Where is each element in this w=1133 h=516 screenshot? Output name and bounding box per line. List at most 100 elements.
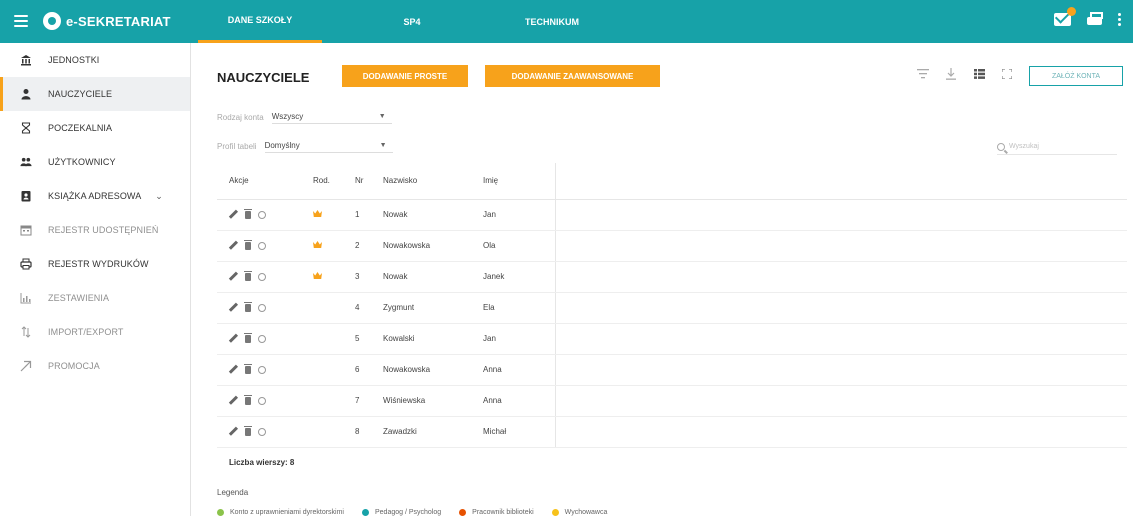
- status-circle-icon[interactable]: [258, 241, 266, 250]
- imie-cell: Ela: [471, 292, 556, 324]
- sidebar-item-jednostki[interactable]: JEDNOSTKI: [0, 43, 190, 77]
- users-icon: [20, 156, 32, 168]
- messages-icon[interactable]: [1054, 6, 1076, 26]
- logo-icon: [43, 12, 61, 30]
- sidebar: JEDNOSTKI NAUCZYCIELE POCZEKALNIA UŻYTKO…: [0, 43, 191, 516]
- tab-sp4[interactable]: SP4: [322, 0, 502, 43]
- columns-icon[interactable]: [973, 68, 985, 80]
- print-icon[interactable]: [1087, 12, 1103, 26]
- table-row[interactable]: 6 Nowakowska Anna: [217, 354, 1127, 386]
- edit-icon[interactable]: [229, 210, 238, 219]
- imie-cell: Ola: [471, 230, 556, 262]
- nazwisko-cell: Nowak: [371, 261, 471, 293]
- empty-cell: [555, 354, 1127, 386]
- sidebar-item-import-export[interactable]: IMPORT/EXPORT: [0, 315, 190, 349]
- table-row[interactable]: 8 Zawadzki Michał: [217, 416, 1127, 448]
- table-profile-select[interactable]: Domyślny ▼: [264, 139, 393, 153]
- table-header-row: Akcje Rod. Nr Nazwisko Imię: [217, 163, 1127, 200]
- status-circle-icon[interactable]: [258, 427, 266, 436]
- sidebar-item-nauczyciele[interactable]: NAUCZYCIELE: [0, 77, 190, 111]
- search-input[interactable]: Wyszukaj: [1009, 143, 1039, 150]
- add-simple-button[interactable]: DODAWANIE PROSTE: [342, 65, 468, 87]
- page-title: NAUCZYCIELE: [217, 70, 310, 85]
- imie-cell: Anna: [471, 385, 556, 417]
- table-row[interactable]: 1 Nowak Jan: [217, 199, 1127, 231]
- fullscreen-icon[interactable]: [1001, 68, 1013, 80]
- nr-cell: 6: [349, 354, 371, 386]
- address-book-icon: [20, 190, 32, 202]
- brand-name[interactable]: e-SEKRETARIAT: [66, 14, 171, 29]
- delete-icon[interactable]: [244, 270, 252, 281]
- table-row[interactable]: 4 Zygmunt Ela: [217, 292, 1127, 324]
- legend-label: Wychowawca: [564, 509, 608, 516]
- status-circle-icon[interactable]: [258, 303, 266, 312]
- tab-dane-szkoly[interactable]: DANE SZKOŁY: [198, 0, 322, 43]
- notification-badge: [1067, 6, 1076, 16]
- status-circle-icon[interactable]: [258, 210, 266, 219]
- column-header-rod[interactable]: Rod.: [305, 163, 349, 200]
- table-row[interactable]: 7 Wiśniewska Anna: [217, 385, 1127, 417]
- sidebar-item-zestawienia[interactable]: ZESTAWIENIA: [0, 281, 190, 315]
- delete-icon[interactable]: [244, 363, 252, 374]
- actions-cell: [217, 323, 305, 355]
- import-export-icon: [20, 326, 32, 338]
- empty-cell: [555, 199, 1127, 231]
- sidebar-item-label: REJESTR UDOSTĘPNIEŃ: [48, 225, 159, 235]
- create-accounts-button[interactable]: ZAŁÓŻ KONTA: [1029, 66, 1123, 86]
- edit-icon[interactable]: [229, 241, 238, 250]
- delete-icon[interactable]: [244, 239, 252, 250]
- edit-icon[interactable]: [229, 365, 238, 374]
- edit-icon[interactable]: [229, 427, 238, 436]
- table-toolbar: [917, 68, 1013, 80]
- column-header-akcje: Akcje: [217, 163, 305, 200]
- filter-icon[interactable]: [917, 68, 929, 80]
- sidebar-item-poczekalnia[interactable]: POCZEKALNIA: [0, 111, 190, 145]
- delete-icon[interactable]: [244, 208, 252, 219]
- status-circle-icon[interactable]: [258, 396, 266, 405]
- edit-icon[interactable]: [229, 303, 238, 312]
- sidebar-item-rejestr-wydrukow[interactable]: REJESTR WYDRUKÓW: [0, 247, 190, 281]
- table-row[interactable]: 3 Nowak Janek: [217, 261, 1127, 293]
- menu-icon[interactable]: [14, 15, 28, 27]
- status-circle-icon[interactable]: [258, 272, 266, 281]
- actions-cell: [217, 354, 305, 386]
- sidebar-item-uzytkownicy[interactable]: UŻYTKOWNICY: [0, 145, 190, 179]
- search-box[interactable]: Wyszukaj: [997, 139, 1117, 155]
- rod-cell: [305, 416, 349, 448]
- edit-icon[interactable]: [229, 272, 238, 281]
- add-advanced-button[interactable]: DODAWANIE ZAAWANSOWANE: [485, 65, 660, 87]
- chevron-down-icon[interactable]: ⌄: [155, 191, 163, 202]
- sidebar-item-promocja[interactable]: PROMOCJA: [0, 349, 190, 383]
- sidebar-item-rejestr-udostepnien[interactable]: REJESTR UDOSTĘPNIEŃ: [0, 213, 190, 247]
- download-icon[interactable]: [945, 68, 957, 80]
- table-row[interactable]: 5 Kowalski Jan: [217, 323, 1127, 355]
- table-row[interactable]: 2 Nowakowska Ola: [217, 230, 1127, 262]
- delete-icon[interactable]: [244, 394, 252, 405]
- delete-icon[interactable]: [244, 425, 252, 436]
- rod-cell: [305, 354, 349, 386]
- bar-chart-icon: [20, 292, 32, 304]
- legend-label: Pracownik biblioteki: [472, 509, 534, 516]
- more-options-icon[interactable]: [1118, 12, 1121, 26]
- tab-technikum[interactable]: TECHNIKUM: [502, 0, 602, 43]
- edit-icon[interactable]: [229, 334, 238, 343]
- sidebar-item-ksiazka-adresowa[interactable]: KSIĄŻKA ADRESOWA ⌄: [0, 179, 190, 213]
- nr-cell: 5: [349, 323, 371, 355]
- sidebar-item-label: UŻYTKOWNICY: [48, 157, 116, 167]
- column-header-nr[interactable]: Nr: [349, 163, 371, 200]
- status-circle-icon[interactable]: [258, 334, 266, 343]
- nr-cell: 7: [349, 385, 371, 417]
- promotion-icon: [20, 360, 32, 372]
- account-type-select[interactable]: Wszyscy ▼: [271, 110, 392, 124]
- status-circle-icon[interactable]: [258, 365, 266, 374]
- edit-icon[interactable]: [229, 396, 238, 405]
- sidebar-item-label: REJESTR WYDRUKÓW: [48, 259, 149, 269]
- empty-cell: [555, 230, 1127, 262]
- column-header-nazwisko[interactable]: Nazwisko: [371, 163, 471, 200]
- delete-icon[interactable]: [244, 332, 252, 343]
- delete-icon[interactable]: [244, 301, 252, 312]
- empty-cell: [555, 261, 1127, 293]
- teachers-table: Akcje Rod. Nr Nazwisko Imię 1 Nowak Jan 2 No…: [217, 163, 1127, 448]
- nr-cell: 4: [349, 292, 371, 324]
- column-header-imie[interactable]: Imię: [471, 163, 556, 200]
